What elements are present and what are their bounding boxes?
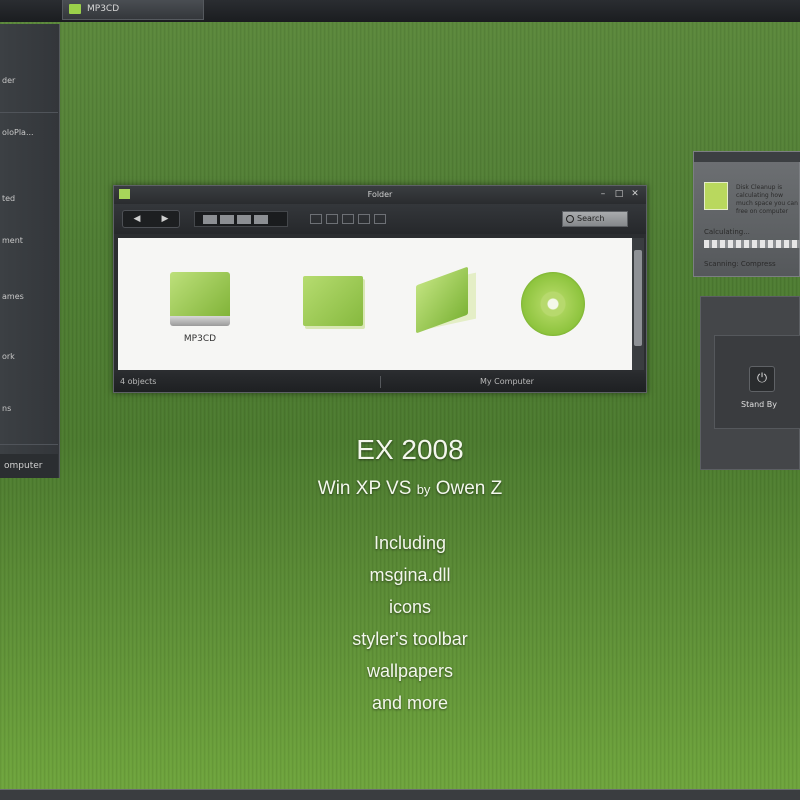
folder-icon[interactable] <box>303 276 363 326</box>
open-folder-icon[interactable] <box>416 266 478 334</box>
delete-icon[interactable] <box>358 214 370 224</box>
file-view: MP3CD <box>118 238 632 370</box>
promo-feature: Including <box>373 533 447 553</box>
scrollbar[interactable] <box>632 238 644 370</box>
back-icon[interactable]: ◀ <box>134 214 141 224</box>
dialog-titlebar[interactable] <box>694 152 800 162</box>
view-buttons <box>194 211 288 227</box>
status-right: My Computer <box>480 377 534 386</box>
forward-icon[interactable]: ▶ <box>162 214 169 224</box>
promo-feature: styler's toolbar <box>352 629 468 649</box>
standby-label: Stand By <box>740 400 778 409</box>
progress-bar <box>704 240 800 248</box>
view-icon[interactable] <box>203 214 217 224</box>
scrollbar-thumb[interactable] <box>634 250 642 346</box>
promo-title: EX 2008 <box>356 434 464 465</box>
promo-subtitle-by: by <box>416 482 431 497</box>
promo-feature: icons <box>388 597 432 617</box>
start-menu-item[interactable]: ns <box>2 404 56 414</box>
bottom-bar <box>0 789 800 800</box>
view-icon[interactable] <box>220 214 234 224</box>
cut-icon[interactable] <box>326 214 338 224</box>
folder-icon <box>119 189 130 199</box>
drive-label[interactable]: MP3CD <box>158 334 242 344</box>
dialog-text: Disk Cleanup is calculating how much spa… <box>736 184 798 215</box>
folder-icon <box>69 4 81 14</box>
power-icon[interactable]: ⏻ <box>749 366 775 392</box>
promo-subtitle-b: Owen Z <box>435 478 503 499</box>
start-menu-separator <box>0 112 58 113</box>
start-menu-item[interactable]: ted <box>2 194 56 204</box>
search-label: Search <box>577 214 605 223</box>
start-menu-item[interactable]: oloPla... <box>2 128 56 138</box>
maximize-icon[interactable]: □ <box>614 189 624 199</box>
paste-icon[interactable] <box>342 214 354 224</box>
promo-feature: msgina.dll <box>369 565 451 585</box>
drive-icon[interactable] <box>170 272 230 328</box>
explorer-window: Folder – □ ✕ ◀ ▶ Search MP3CD 4 objects … <box>113 185 647 393</box>
status-left: 4 objects <box>120 377 157 386</box>
promo-feature: and more <box>371 693 449 713</box>
tool-buttons <box>310 211 406 227</box>
search-icon <box>566 215 574 223</box>
start-menu-item[interactable]: ment <box>2 236 56 246</box>
standby-panel: ⏻ Stand By <box>714 335 800 429</box>
calculating-label: Calculating... <box>704 228 750 236</box>
start-menu-item[interactable]: ork <box>2 352 56 362</box>
top-taskbar: MP3CD <box>0 0 800 22</box>
close-icon[interactable]: ✕ <box>630 189 640 199</box>
minimize-icon[interactable]: – <box>598 189 608 199</box>
disk-cleanup-dialog: Disk Cleanup is calculating how much spa… <box>693 151 800 277</box>
status-bar: 4 objects My Computer <box>114 372 646 392</box>
promo-subtitle-a: Win XP VS <box>317 478 412 499</box>
promo-feature: wallpapers <box>366 661 454 681</box>
search-button[interactable]: Search <box>562 211 628 227</box>
navigation-buttons: ◀ ▶ <box>122 210 180 228</box>
window-title: Folder <box>367 190 393 199</box>
promo-subtitle: Win XP VS by Owen Z <box>0 478 800 500</box>
disc-icon[interactable] <box>521 272 585 336</box>
taskbar-button-label: MP3CD <box>87 4 120 14</box>
toolbar: ◀ ▶ Search <box>114 204 646 234</box>
view-icon[interactable] <box>254 214 268 224</box>
start-menu: der oloPla... ted ment ames ork ns omput… <box>0 24 60 478</box>
start-menu-item[interactable]: der <box>2 76 56 86</box>
window-titlebar[interactable]: Folder – □ ✕ <box>114 186 646 204</box>
copy-icon[interactable] <box>310 214 322 224</box>
start-menu-item[interactable]: ames <box>2 292 56 302</box>
disk-cleanup-icon <box>704 182 728 210</box>
taskbar-button[interactable]: MP3CD <box>62 0 204 20</box>
scanning-label: Scanning: Compress <box>704 260 776 268</box>
properties-icon[interactable] <box>374 214 386 224</box>
view-icon[interactable] <box>237 214 251 224</box>
